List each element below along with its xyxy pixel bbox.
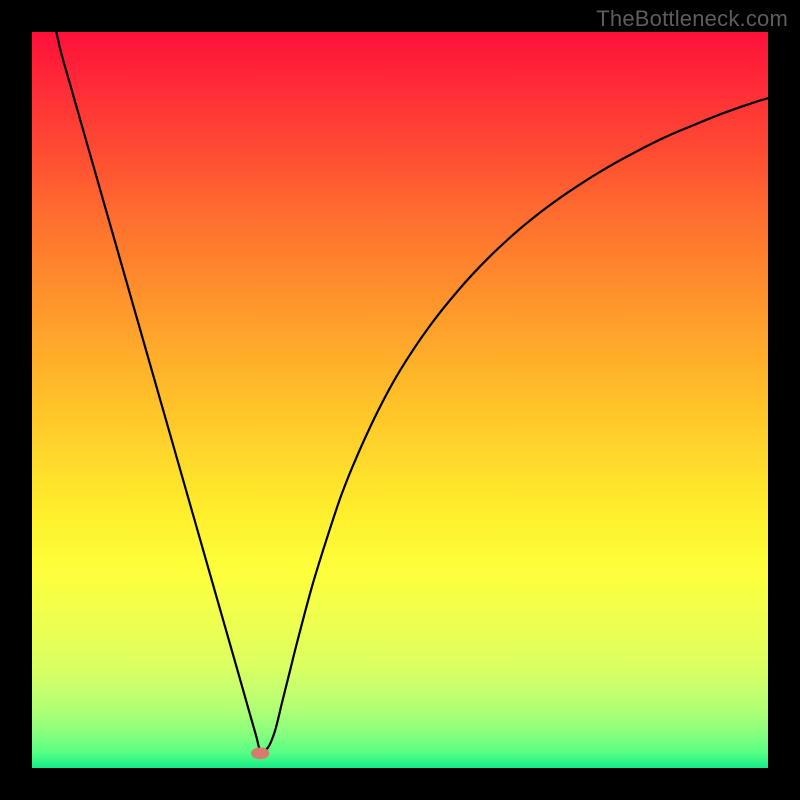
minimum-marker — [251, 747, 269, 759]
bottleneck-curve — [32, 32, 768, 768]
chart-frame: TheBottleneck.com — [0, 0, 800, 800]
plot-area — [32, 32, 768, 768]
watermark-text: TheBottleneck.com — [596, 6, 788, 32]
